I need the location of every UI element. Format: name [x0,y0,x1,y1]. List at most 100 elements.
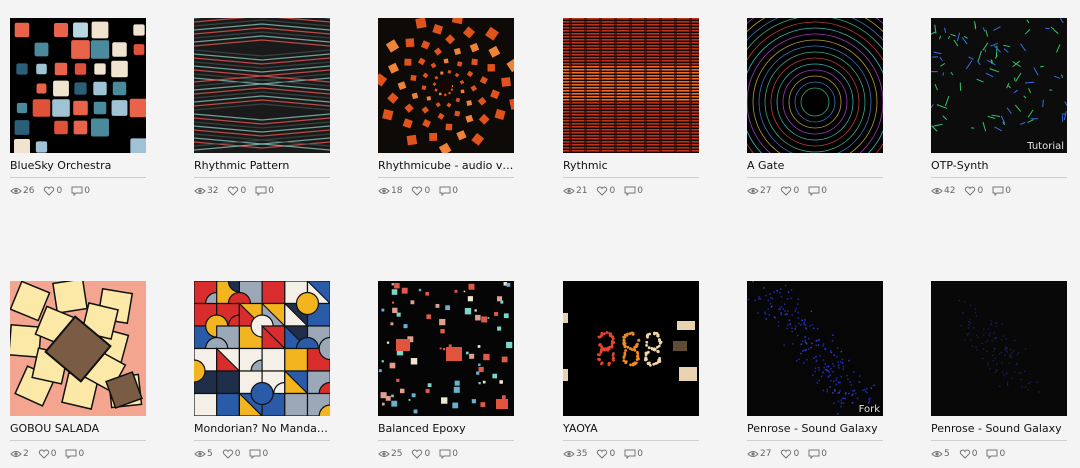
likes-stat[interactable]: 0 [959,449,977,459]
views-count: 35 [576,449,588,459]
comment-icon [249,449,261,459]
likes-stat[interactable]: 0 [227,186,246,196]
sketch-title[interactable]: BlueSky Orchestra [10,159,146,173]
likes-count: 0 [234,449,241,459]
comments-count: 0 [452,449,458,459]
sketch-thumbnail[interactable] [194,18,330,153]
sketch-title[interactable]: Mondorian? No Mandaloria... [194,422,330,436]
views-stat: 35 [563,449,587,459]
comments-stat[interactable]: 0 [624,449,643,459]
eye-icon [194,188,206,194]
comment-icon [65,449,77,459]
sketch-stats: 5 0 0 [194,448,277,460]
likes-stat[interactable]: 0 [780,449,799,459]
sketch-thumbnail[interactable]: Fork [747,281,883,416]
comments-stat[interactable]: 0 [255,186,274,196]
sketch-title[interactable]: GOBOU SALADA [10,422,146,436]
sketch-thumbnail[interactable]: Tutorial [931,18,1067,153]
comments-stat[interactable]: 0 [992,186,1011,196]
sketch-thumbnail[interactable] [194,281,330,416]
sketch-thumbnail[interactable] [378,18,514,153]
comments-count: 0 [637,186,643,196]
views-count: 42 [944,186,956,196]
eye-icon [10,451,22,457]
likes-stat[interactable]: 0 [964,186,983,196]
likes-stat[interactable]: 0 [43,186,62,196]
divider [378,440,514,441]
views-stat: 2 [10,449,29,459]
sketch-thumbnail[interactable] [378,281,514,416]
heart-icon [222,449,233,459]
likes-stat[interactable]: 0 [38,449,57,459]
likes-stat[interactable]: 0 [411,449,430,459]
comments-count: 0 [637,449,643,459]
likes-count: 0 [50,449,57,459]
comments-stat[interactable]: 0 [624,186,643,196]
thumbnail-art [378,281,514,416]
comments-stat[interactable]: 0 [808,186,827,196]
comment-icon [808,449,820,459]
sketch-title[interactable]: Balanced Epoxy [378,422,514,436]
views-count: 21 [576,186,588,196]
sketch-title[interactable]: Rhythmicube - audio visua... [378,159,514,173]
sketch-title[interactable]: Penrose - Sound Galaxy [931,422,1067,436]
comments-stat[interactable]: 0 [439,449,458,459]
likes-stat[interactable]: 0 [222,449,241,459]
thumbnail-art [747,18,883,153]
comments-stat[interactable]: 0 [71,186,90,196]
thumbnail-art [563,18,699,153]
likes-stat[interactable]: 0 [780,186,799,196]
sketch-title[interactable]: OTP-Synth [931,159,1067,173]
heart-icon [781,186,792,196]
eye-icon [194,451,206,457]
sketch-stats: 25 0 0 [378,448,467,460]
comment-icon [624,449,636,459]
comments-stat[interactable]: 0 [439,186,458,196]
tutorial-badge: Tutorial [1027,141,1064,152]
thumbnail-art [931,281,1067,416]
sketch-thumbnail[interactable] [747,18,883,153]
views-count: 32 [207,186,219,196]
views-stat: 27 [747,186,771,196]
likes-stat[interactable]: 0 [596,186,615,196]
sketch-thumbnail[interactable] [563,18,699,153]
comments-count: 0 [268,186,274,196]
divider [747,177,883,178]
likes-count: 0 [977,186,984,196]
likes-stat[interactable]: 0 [411,186,430,196]
heart-icon [965,186,976,196]
likes-count: 0 [793,449,800,459]
views-stat: 5 [194,449,213,459]
eye-icon [378,451,390,457]
comments-stat[interactable]: 0 [986,449,1005,459]
thumbnail-art [194,281,330,416]
sketch-thumbnail[interactable] [10,18,146,153]
sketch-title[interactable]: A Gate [747,159,883,173]
views-stat: 26 [10,186,34,196]
heart-icon [38,449,49,459]
comments-stat[interactable]: 0 [808,449,827,459]
comments-stat[interactable]: 0 [249,449,268,459]
divider [10,440,146,441]
sketch-title[interactable]: Penrose - Sound Galaxy [747,422,883,436]
likes-stat[interactable]: 0 [596,449,615,459]
thumbnail-art [378,18,514,153]
sketch-thumbnail[interactable] [931,281,1067,416]
comments-count: 0 [78,449,85,459]
sketch-thumbnail[interactable] [10,281,146,416]
comments-stat[interactable]: 0 [65,449,84,459]
sketch-title[interactable]: YAOYA [563,422,699,436]
sketch-title[interactable]: Rythmic [563,159,699,173]
sketch-thumbnail[interactable] [563,281,699,416]
sketch-stats: 18 0 0 [378,185,467,197]
comments-count: 0 [821,186,827,196]
sketch-stats: 27 0 0 [747,185,836,197]
sketch-stats: 2 0 0 [10,448,93,460]
comment-icon [439,186,451,196]
sketch-stats: 26 0 0 [10,185,99,197]
thumbnail-art [747,281,883,416]
comment-icon [992,186,1004,196]
sketch-title[interactable]: Rhythmic Pattern [194,159,330,173]
comment-icon [808,186,820,196]
thumbnail-art [563,281,699,416]
